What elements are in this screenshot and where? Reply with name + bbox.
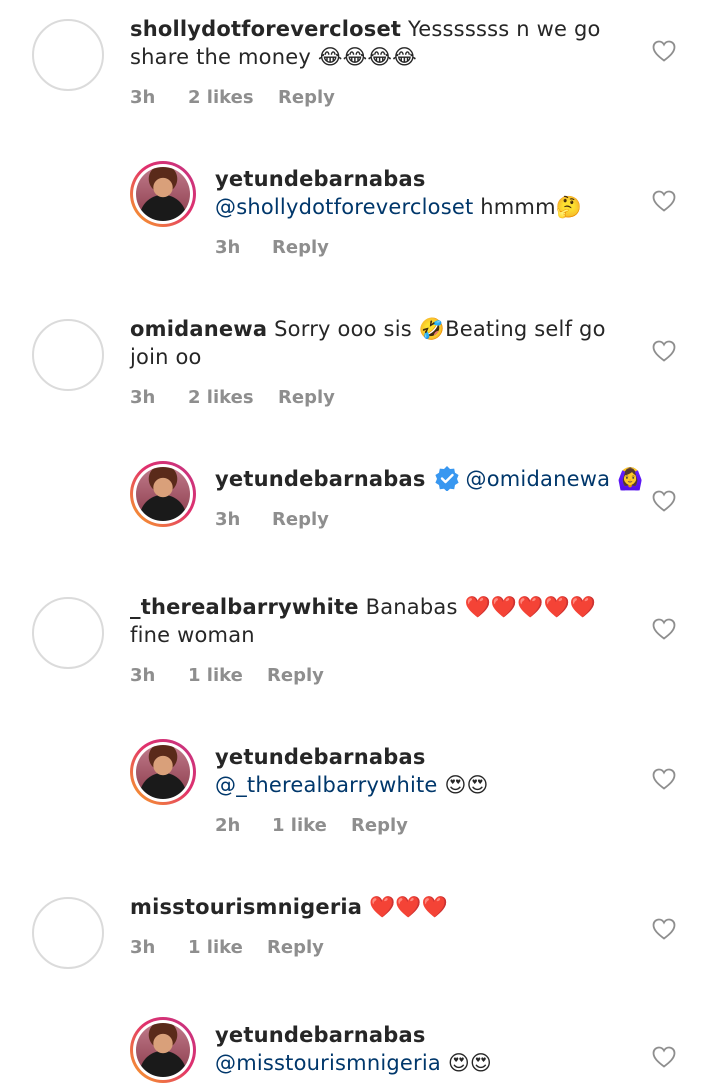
heart-outline-icon[interactable]	[652, 40, 676, 62]
comment-username[interactable]: shollydotforevercloset	[130, 17, 401, 41]
mention-link[interactable]: @omidanewa	[466, 467, 611, 491]
comment-text: omidanewa Sorry ooo sis 🤣Beating self go…	[130, 315, 630, 371]
comment-meta: 3h 2 likes Reply	[130, 87, 335, 108]
comment-text: yetundebarnabas @shollydotforevercloset …	[215, 165, 635, 221]
profile-photo	[136, 167, 190, 221]
comment-body: ❤️❤️❤️	[362, 895, 449, 919]
reply-button[interactable]: Reply	[267, 665, 324, 686]
mention-link[interactable]: @misstourismnigeria	[215, 1051, 441, 1075]
comment-body: 😍😍	[440, 1051, 493, 1075]
reply-button[interactable]: Reply	[351, 815, 408, 836]
profile-photo	[136, 467, 190, 521]
comment-meta: 3h Reply	[215, 237, 329, 258]
profile-photo	[136, 1023, 190, 1077]
avatar[interactable]	[32, 19, 104, 91]
comment-time: 3h	[215, 509, 241, 530]
comment-text: yetundebarnabas @misstourismnigeria 😍😍	[215, 1021, 635, 1077]
comment-likes[interactable]: 1 like	[188, 937, 267, 958]
avatar[interactable]	[32, 897, 104, 969]
comment-meta: 3h Reply	[215, 509, 329, 530]
reply-button[interactable]: Reply	[272, 237, 329, 258]
comment-time: 3h	[130, 387, 156, 408]
heart-outline-icon[interactable]	[652, 340, 676, 362]
comment-likes[interactable]: 1 like	[188, 665, 267, 686]
profile-photo	[136, 745, 190, 799]
heart-outline-icon[interactable]	[652, 1046, 676, 1068]
comment-meta: 2h 1 like Reply	[215, 815, 408, 836]
comment-meta: 3h 1 like Reply	[130, 665, 324, 686]
comment-username[interactable]: yetundebarnabas	[215, 1023, 426, 1047]
heart-outline-icon[interactable]	[652, 190, 676, 212]
comment-username[interactable]: misstourismnigeria	[130, 895, 362, 919]
comment-time: 3h	[215, 237, 241, 258]
heart-outline-icon[interactable]	[652, 918, 676, 940]
heart-outline-icon[interactable]	[652, 490, 676, 512]
heart-outline-icon[interactable]	[652, 618, 676, 640]
comment-likes[interactable]: 1 like	[272, 815, 351, 836]
reply-button[interactable]: Reply	[272, 509, 329, 530]
avatar[interactable]	[130, 739, 196, 805]
comment-time: 3h	[130, 937, 156, 958]
comment-time: 3h	[130, 87, 156, 108]
comment-username[interactable]: yetundebarnabas	[215, 467, 426, 491]
comment-likes[interactable]: 2 likes	[188, 87, 278, 108]
comment-body: hmmm🤔	[473, 195, 583, 219]
avatar[interactable]	[130, 161, 196, 227]
comment-text: misstourismnigeria ❤️❤️❤️	[130, 893, 630, 921]
avatar[interactable]	[32, 319, 104, 391]
comment-text: _therealbarrywhite Banabas ❤️❤️❤️❤️❤️ fi…	[130, 593, 630, 649]
comment-time: 3h	[130, 665, 156, 686]
comment-time: 2h	[215, 815, 241, 836]
comment-username[interactable]: yetundebarnabas	[215, 745, 426, 769]
comment-text: yetundebarnabas @_therealbarrywhite 😍😍	[215, 743, 635, 799]
avatar[interactable]	[130, 1017, 196, 1083]
mention-link[interactable]: @_therealbarrywhite	[215, 773, 438, 797]
comment-body: 🙆‍♀️	[610, 467, 644, 491]
reply-button[interactable]: Reply	[278, 387, 335, 408]
avatar[interactable]	[32, 597, 104, 669]
comment-text: yetundebarnabas @omidanewa 🙆‍♀️	[215, 465, 645, 493]
verified-badge-icon	[434, 466, 459, 491]
comment-body: 😍😍	[437, 773, 489, 797]
mention-link[interactable]: @shollydotforevercloset	[215, 195, 473, 219]
comment-meta: 3h 1 like Reply	[130, 937, 324, 958]
comment-username[interactable]: _therealbarrywhite	[130, 595, 359, 619]
reply-button[interactable]: Reply	[267, 937, 324, 958]
comment-meta: 3h 2 likes Reply	[130, 387, 335, 408]
comment-username[interactable]: omidanewa	[130, 317, 267, 341]
comment-text: shollydotforevercloset Yesssssss n we go…	[130, 15, 630, 71]
avatar[interactable]	[130, 461, 196, 527]
comment-likes[interactable]: 2 likes	[188, 387, 278, 408]
heart-outline-icon[interactable]	[652, 768, 676, 790]
comment-username[interactable]: yetundebarnabas	[215, 167, 426, 191]
reply-button[interactable]: Reply	[278, 87, 335, 108]
